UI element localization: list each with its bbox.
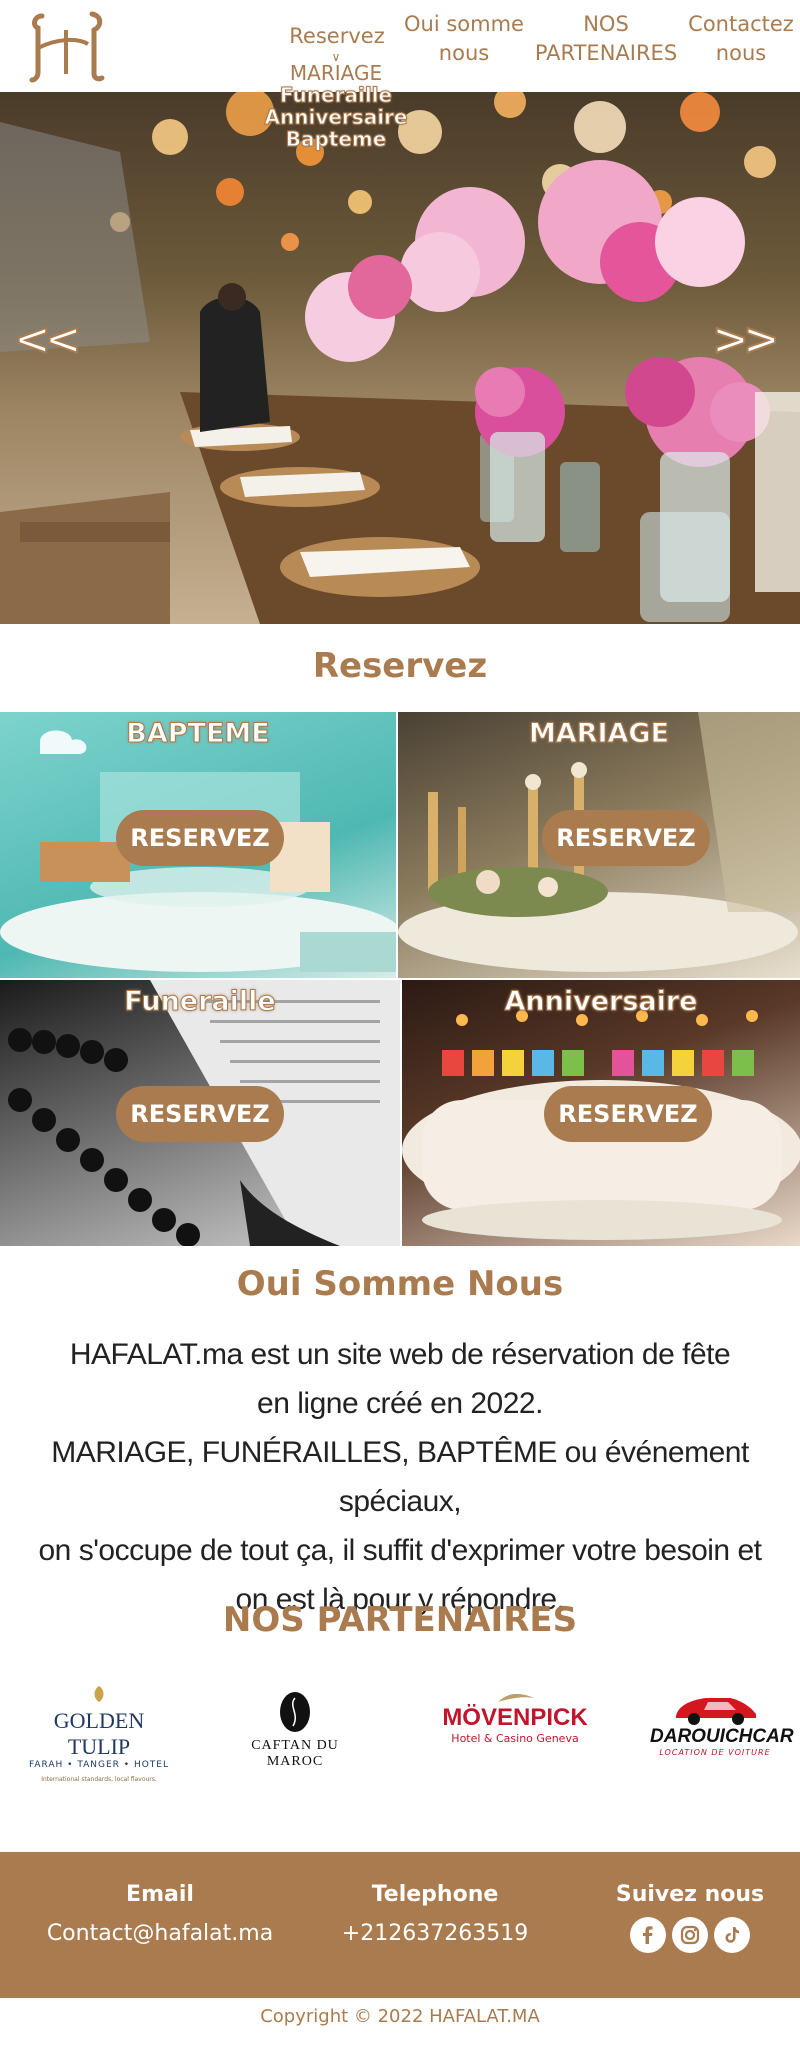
- dropdown-item-anniversaire[interactable]: Anniversaire: [264, 106, 408, 129]
- partner-name: CAFTAN DU MAROC: [251, 1738, 339, 1769]
- nav-partners[interactable]: NOS PARTENAIRES: [534, 10, 678, 68]
- reserve-funeraille-button[interactable]: RESERVEZ: [116, 1086, 284, 1142]
- partner-name: GOLDEN TULIP: [53, 1708, 145, 1759]
- dropdown-item-bapteme[interactable]: Bapteme: [264, 128, 408, 151]
- nav-about-line2: nous: [438, 41, 490, 65]
- caftan-icon: [280, 1692, 310, 1732]
- hero-image-wedding-table: [0, 92, 800, 624]
- about-line: HAFALAT.ma est un site web de réservatio…: [69, 1338, 731, 1371]
- footer-email-label: Email: [126, 1882, 194, 1907]
- event-card-bapteme: BAPTEME RESERVEZ: [0, 712, 396, 978]
- site-footer: Email Contact@hafalat.ma Telephone +2126…: [0, 1852, 800, 1998]
- partner-sub: Hotel & Casino Geneva: [451, 1732, 579, 1745]
- copyright-text: Copyright © 2022 HAFALAT.MA: [260, 2006, 540, 2027]
- nav-about-line1: Oui somme: [404, 12, 524, 36]
- event-card-funeraille: Funeraille RESERVEZ: [0, 980, 400, 1246]
- card-title-funeraille: Funeraille: [124, 986, 276, 1018]
- reserve-dropdown-menu: ∨ MARIAGE Funeraille Anniversaire Baptem…: [264, 51, 408, 151]
- nav-contact-line2: nous: [715, 41, 767, 65]
- about-description: HAFALAT.ma est un site web de réservatio…: [20, 1330, 780, 1624]
- reserve-anniversaire-button[interactable]: RESERVEZ: [544, 1086, 712, 1142]
- card-title-anniversaire: Anniversaire: [504, 986, 698, 1018]
- about-line: MARIAGE, FUNÉRAILLES, BAPTÊME ou événeme…: [51, 1436, 749, 1518]
- footer-social: Suivez nous: [600, 1882, 780, 1953]
- partner-caftan-du-maroc-logo[interactable]: CAFTAN DU MAROC: [222, 1690, 368, 1780]
- facebook-icon[interactable]: [630, 1917, 666, 1953]
- partner-sub: LOCATION DE VOITURE: [659, 1748, 771, 1757]
- reserve-bapteme-button[interactable]: RESERVEZ: [116, 810, 284, 866]
- footer-social-label: Suivez nous: [615, 1882, 765, 1907]
- hafalat-logo[interactable]: [28, 8, 108, 84]
- footer-phone-label: Telephone: [371, 1882, 499, 1907]
- about-line: en ligne créé en 2022.: [257, 1387, 543, 1420]
- about-section-title: Oui Somme Nous: [236, 1264, 564, 1304]
- dropdown-item-funeraille[interactable]: Funeraille: [264, 84, 408, 107]
- partner-golden-tulip-logo[interactable]: GOLDEN TULIP FARAH • TANGER • HOTEL Inte…: [24, 1686, 174, 1783]
- partner-tagline: International standards, local flavours.: [41, 1776, 157, 1783]
- partner-sub: FARAH • TANGER • HOTEL: [28, 1760, 170, 1770]
- reserve-mariage-button[interactable]: RESERVEZ: [542, 810, 710, 866]
- bird-icon: [498, 1693, 534, 1702]
- about-line: on s'occupe de tout ça, il suffit d'expr…: [38, 1534, 762, 1567]
- partners-section-title: NOS PARTENAIRES: [222, 1600, 578, 1640]
- hero-slider: << >>: [0, 92, 800, 624]
- nav-contact[interactable]: Contactez nous: [682, 10, 800, 68]
- reserve-section-title: Reservez: [312, 646, 488, 686]
- hero-next-arrow[interactable]: >>: [711, 313, 781, 366]
- event-card-anniversaire: Anniversaire RESERVEZ: [402, 980, 800, 1246]
- event-card-mariage: MARIAGE RESERVEZ: [398, 712, 800, 978]
- car-icon: [676, 1698, 756, 1725]
- footer-phone: Telephone +212637263519: [320, 1882, 550, 1946]
- social-icons-row: [600, 1917, 780, 1953]
- instagram-icon[interactable]: [672, 1917, 708, 1953]
- card-title-bapteme: BAPTEME: [126, 718, 270, 750]
- nav-partners-line1: NOS: [583, 12, 629, 36]
- hero-prev-arrow[interactable]: <<: [13, 313, 83, 366]
- partner-name: DAROUICHCAR: [650, 1726, 794, 1747]
- footer-email: Email Contact@hafalat.ma: [30, 1882, 290, 1946]
- footer-phone-link[interactable]: +212637263519: [320, 1921, 550, 1946]
- nav-reserve[interactable]: Reservez: [282, 22, 392, 51]
- partner-movenpick-logo[interactable]: MÖVENPICK Hotel & Casino Geneva: [440, 1690, 590, 1780]
- tiktok-icon[interactable]: [714, 1917, 750, 1953]
- card-title-mariage: MARIAGE: [528, 718, 670, 750]
- nav-partners-line2: PARTENAIRES: [534, 41, 678, 65]
- nav-contact-line1: Contactez: [688, 12, 794, 36]
- nav-about-us[interactable]: Oui somme nous: [402, 10, 526, 68]
- dropdown-item-mariage[interactable]: MARIAGE: [264, 62, 408, 84]
- footer-email-link[interactable]: Contact@hafalat.ma: [30, 1921, 290, 1946]
- partner-name: MÖVENPICK: [442, 1704, 588, 1731]
- tulip-icon: [94, 1686, 104, 1702]
- partner-darouichcar-logo[interactable]: DAROUICHCAR LOCATION DE VOITURE: [650, 1690, 794, 1780]
